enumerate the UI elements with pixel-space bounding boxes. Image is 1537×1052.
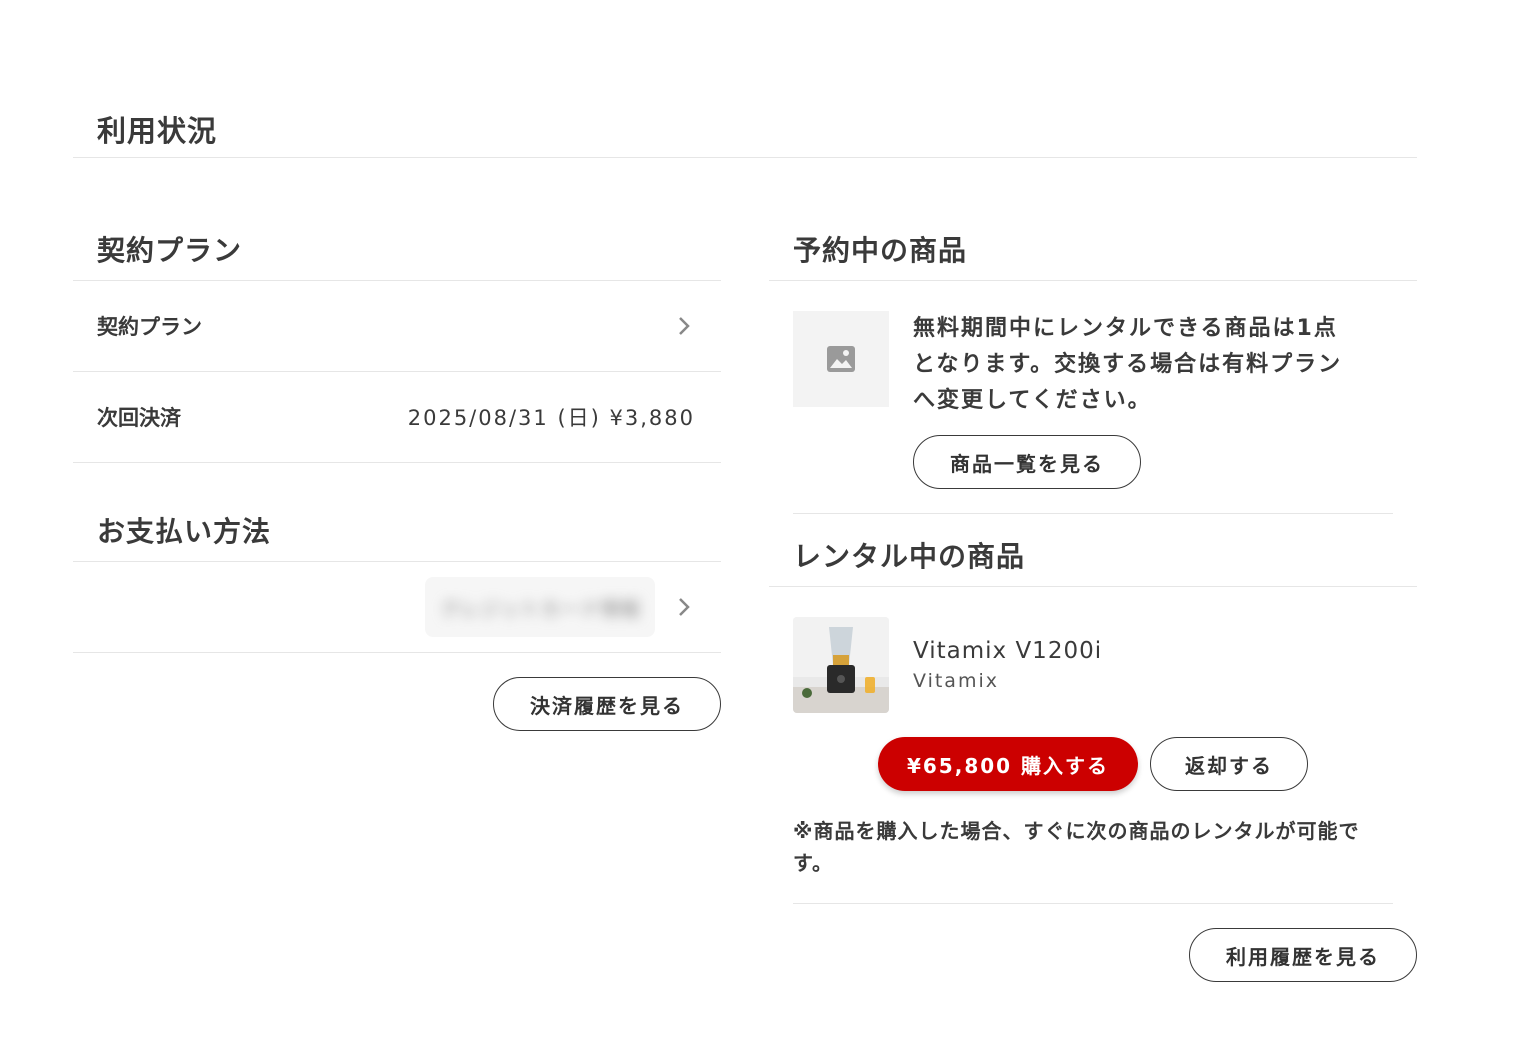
- product-list-button[interactable]: 商品一覧を見る: [913, 435, 1141, 489]
- payment-card-info: クレジットカード情報: [425, 577, 655, 637]
- buy-button[interactable]: ¥65,800 購入する: [878, 737, 1138, 791]
- payment-heading: お支払い方法: [73, 511, 721, 562]
- return-button[interactable]: 返却する: [1150, 737, 1308, 791]
- payment-card-value: クレジットカード情報: [440, 596, 640, 621]
- usage-history-button[interactable]: 利用履歴を見る: [1189, 928, 1417, 982]
- product-brand: Vitamix: [913, 670, 999, 692]
- right-column: 予約中の商品 無料期間中にレンタルできる商品は1点となります。交換する場合は有料…: [769, 230, 1417, 982]
- reserved-heading: 予約中の商品: [769, 230, 1417, 281]
- reserved-message: 無料期間中にレンタルできる商品は1点となります。交換する場合は有料プランへ変更し…: [913, 316, 1343, 413]
- next-payment-row: 次回決済 2025/08/31 (日) ¥3,880: [73, 372, 721, 463]
- next-payment-value: 2025/08/31 (日) ¥3,880: [407, 406, 695, 430]
- payment-history-button[interactable]: 決済履歴を見る: [493, 677, 721, 731]
- image-placeholder: [793, 311, 889, 407]
- product-name: Vitamix V1200i: [913, 638, 1103, 664]
- chevron-right-icon: [673, 315, 695, 337]
- page-title: 利用状況: [97, 114, 218, 148]
- plan-row[interactable]: 契約プラン: [73, 281, 721, 372]
- payment-method-row[interactable]: クレジットカード情報: [73, 562, 721, 653]
- rental-actions: ¥65,800 購入する 返却する: [769, 737, 1417, 791]
- image-icon: [827, 346, 855, 372]
- reserved-item: 無料期間中にレンタルできる商品は1点となります。交換する場合は有料プランへ変更し…: [793, 311, 1393, 514]
- rental-product[interactable]: Vitamix V1200i Vitamix: [793, 617, 1393, 713]
- chevron-right-icon: [673, 596, 695, 618]
- next-payment-label: 次回決済: [97, 406, 181, 430]
- plan-row-label: 契約プラン: [97, 315, 202, 339]
- plan-heading: 契約プラン: [73, 230, 721, 281]
- divider: [73, 157, 1417, 158]
- left-column: 契約プラン 契約プラン 次回決済 2025/08/31 (日) ¥3,880 お…: [73, 230, 721, 731]
- purchase-note: ※商品を購入した場合、すぐに次の商品のレンタルが可能です。: [793, 815, 1393, 904]
- rental-heading: レンタル中の商品: [769, 536, 1417, 587]
- product-thumbnail: [793, 617, 889, 713]
